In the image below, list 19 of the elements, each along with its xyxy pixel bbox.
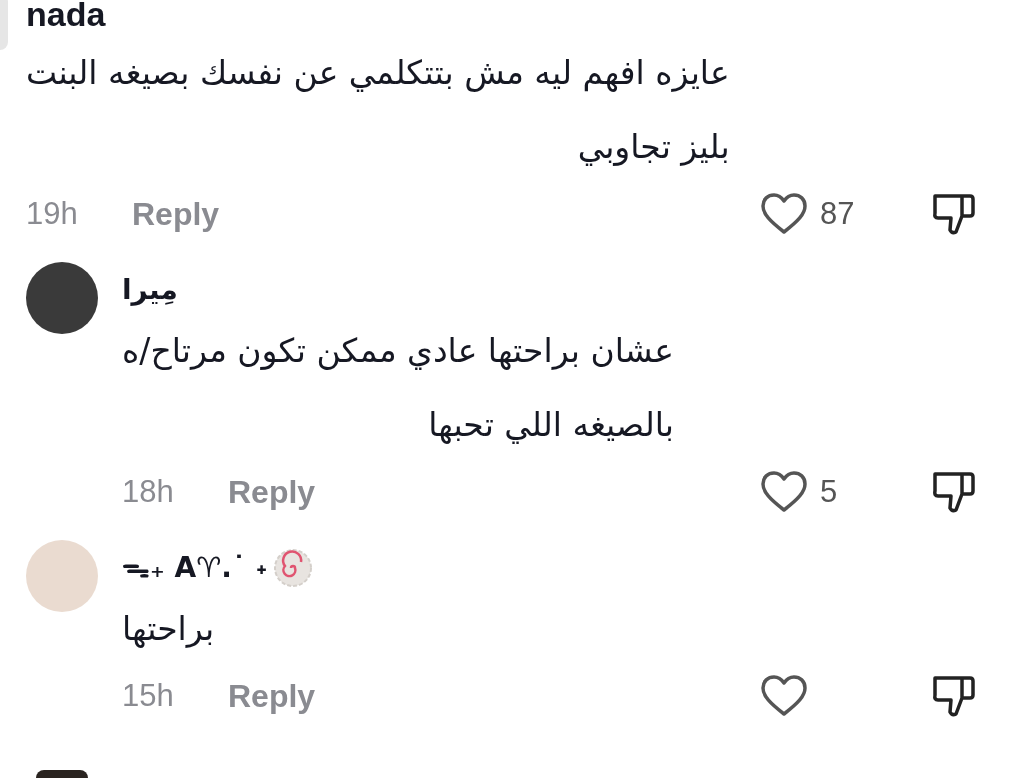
username[interactable]: مِيرا xyxy=(122,269,178,311)
avatar-photo-placeholder[interactable] xyxy=(36,770,88,778)
heart-icon[interactable] xyxy=(760,674,808,718)
comment-text: براحتها xyxy=(122,608,215,650)
comment-text: عشان براحتها عادي ممكن تكون مرتاح/ه بالصيغه اللي تحبها xyxy=(122,330,674,446)
like-count: 87 xyxy=(820,194,855,233)
thumbs-down-icon[interactable] xyxy=(932,673,976,719)
heart-icon[interactable] xyxy=(760,470,808,514)
thumbs-down-icon[interactable] xyxy=(932,469,976,515)
timestamp: 19h xyxy=(26,194,79,233)
username[interactable]: ᯓ₊ A♈.˙ ˖ xyxy=(122,547,268,589)
heart-icon[interactable] xyxy=(760,192,808,236)
comment-text: عايزه افهم ليه مش بتتكلمي عن نفسك بصيغه البنت بليز تجاوبي xyxy=(26,52,730,168)
fish-cake-icon xyxy=(273,548,314,588)
timestamp: 18h xyxy=(122,472,175,511)
timestamp: 15h xyxy=(122,676,175,715)
thumbs-down-icon[interactable] xyxy=(932,191,976,237)
like-count: 5 xyxy=(820,472,838,511)
username[interactable]: nada xyxy=(26,0,106,40)
